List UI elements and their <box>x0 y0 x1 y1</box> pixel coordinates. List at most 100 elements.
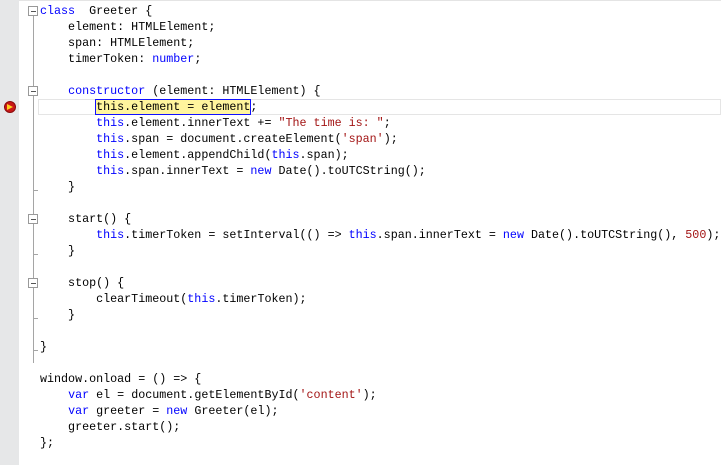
collapse-region-icon[interactable] <box>28 214 38 224</box>
collapse-region-icon[interactable] <box>28 278 38 288</box>
code-line[interactable]: clearTimeout(this.timerToken); <box>0 291 721 307</box>
code-text: } <box>40 339 47 355</box>
code-line[interactable] <box>0 323 721 339</box>
code-line[interactable]: stop() { <box>0 275 721 291</box>
code-token: stop() { <box>40 276 125 290</box>
code-text: this.element = element; <box>40 99 257 115</box>
highlighted-statement: this.element = element <box>95 99 252 115</box>
code-line[interactable]: this.span = document.createElement('span… <box>0 131 721 147</box>
code-line[interactable] <box>0 67 721 83</box>
code-token: ); <box>706 228 721 242</box>
code-line[interactable] <box>0 355 721 371</box>
code-token: el = document.getElementById( <box>89 388 300 402</box>
code-text: span: HTMLElement; <box>40 35 194 51</box>
code-line[interactable]: this.span.innerText = new Date().toUTCSt… <box>0 163 721 179</box>
keyword-token: new <box>502 228 524 242</box>
code-text: this.element.innerText += "The time is: … <box>40 115 391 131</box>
code-text: class Greeter { <box>40 3 152 19</box>
string-token: "The time is: " <box>278 116 384 130</box>
code-line[interactable]: this.timerToken = setInterval(() => this… <box>0 227 721 243</box>
collapse-region-icon[interactable] <box>28 6 38 16</box>
code-line[interactable]: constructor (element: HTMLElement) { <box>0 83 721 99</box>
code-text: element: HTMLElement; <box>40 19 215 35</box>
keyword-token: this <box>348 228 377 242</box>
code-line[interactable]: this.element.appendChild(this.span); <box>0 147 721 163</box>
code-token: .span); <box>299 148 349 162</box>
code-token: window.onload = () => { <box>40 372 202 386</box>
code-line[interactable]: var el = document.getElementById('conten… <box>0 387 721 403</box>
code-token: } <box>40 340 48 354</box>
code-text: this.timerToken = setInterval(() => this… <box>40 227 720 243</box>
keyword-token: var <box>68 404 90 418</box>
code-text: } <box>40 307 75 323</box>
code-line[interactable]: this.element.innerText += "The time is: … <box>0 115 721 131</box>
code-token: span: HTMLElement; <box>40 36 195 50</box>
keyword-token: this <box>96 148 125 162</box>
code-text: this.element.appendChild(this.span); <box>40 147 349 163</box>
code-token: greeter = <box>89 404 167 418</box>
keyword-token: this <box>96 116 125 130</box>
code-line[interactable]: span: HTMLElement; <box>0 35 721 51</box>
keyword-token: var <box>68 388 90 402</box>
code-token: Greeter { <box>75 4 153 18</box>
code-token: start() { <box>40 212 132 226</box>
code-token: .timerToken); <box>215 292 307 306</box>
code-line[interactable] <box>0 259 721 275</box>
code-text: var greeter = new Greeter(el); <box>40 403 278 419</box>
code-token: element: HTMLElement; <box>40 20 216 34</box>
code-line[interactable]: timerToken: number; <box>0 51 721 67</box>
code-token: } <box>40 308 76 322</box>
code-token: Date().toUTCString(); <box>271 164 426 178</box>
string-token: 500 <box>685 228 707 242</box>
code-text: start() { <box>40 211 131 227</box>
code-token: .span.innerText = <box>376 228 503 242</box>
code-token: ; <box>250 100 258 114</box>
code-token: .element.innerText += <box>124 116 279 130</box>
code-line[interactable]: } <box>0 307 721 323</box>
code-line[interactable]: this.element = element; <box>0 99 721 115</box>
keyword-token: this <box>271 148 300 162</box>
code-text: }; <box>40 435 54 451</box>
code-token: .span.innerText = <box>124 164 251 178</box>
code-token: .span = document.createElement( <box>124 132 342 146</box>
code-line[interactable]: } <box>0 339 721 355</box>
code-token: .element.appendChild( <box>124 148 272 162</box>
keyword-token: this <box>96 164 125 178</box>
code-text: greeter.start(); <box>40 419 180 435</box>
keyword-token: this <box>96 228 125 242</box>
code-line[interactable]: var greeter = new Greeter(el); <box>0 403 721 419</box>
code-text: var el = document.getElementById('conten… <box>40 387 377 403</box>
editor-top-border <box>19 0 721 1</box>
code-token: }; <box>40 436 55 450</box>
code-text: } <box>40 179 75 195</box>
code-line[interactable]: } <box>0 243 721 259</box>
code-line[interactable]: }; <box>0 435 721 451</box>
keyword-token: constructor <box>68 84 146 98</box>
code-line[interactable]: greeter.start(); <box>0 419 721 435</box>
code-token: ); <box>362 388 377 402</box>
code-editor[interactable]: class Greeter { element: HTMLElement; sp… <box>0 3 721 451</box>
code-line[interactable] <box>0 195 721 211</box>
code-line[interactable]: window.onload = () => { <box>0 371 721 387</box>
string-token: 'content' <box>299 388 363 402</box>
code-line[interactable]: element: HTMLElement; <box>0 19 721 35</box>
code-text: window.onload = () => { <box>40 371 201 387</box>
keyword-token: number <box>152 52 195 66</box>
code-text: this.span.innerText = new Date().toUTCSt… <box>40 163 426 179</box>
code-token: ; <box>194 52 202 66</box>
keyword-token: class <box>40 4 76 18</box>
string-token: 'span' <box>341 132 384 146</box>
code-text: stop() { <box>40 275 124 291</box>
collapse-region-icon[interactable] <box>28 86 38 96</box>
code-token: timerToken: <box>40 52 153 66</box>
code-token: } <box>40 180 76 194</box>
code-token: (element: HTMLElement) { <box>145 84 321 98</box>
code-line[interactable]: class Greeter { <box>0 3 721 19</box>
code-line[interactable]: start() { <box>0 211 721 227</box>
code-line[interactable]: } <box>0 179 721 195</box>
